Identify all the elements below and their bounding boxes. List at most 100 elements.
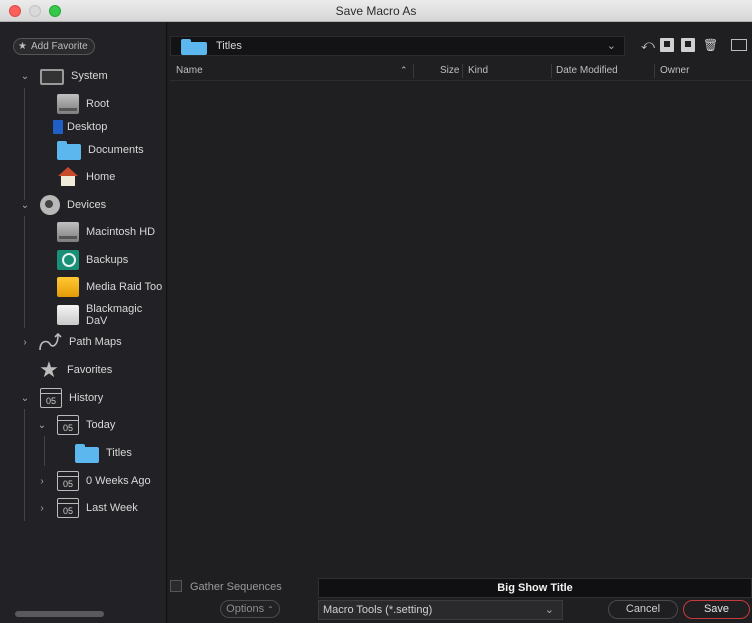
chevron-right-icon[interactable]: › bbox=[37, 503, 47, 514]
devices-icon bbox=[40, 195, 60, 215]
external-drive-icon bbox=[57, 277, 79, 297]
tree-item-desktop[interactable]: Desktop bbox=[48, 115, 107, 139]
chevron-down-icon[interactable]: ⌄ bbox=[20, 393, 30, 404]
tree-item-today[interactable]: ⌄ 05 Today bbox=[37, 413, 115, 437]
gather-sequences-label: Gather Sequences bbox=[190, 581, 282, 593]
tree-item-label: 0 Weeks Ago bbox=[86, 475, 151, 487]
tree-item-weeks-ago[interactable]: › 05 0 Weeks Ago bbox=[37, 469, 151, 493]
tree-item-label: Root bbox=[86, 98, 110, 110]
trash-icon[interactable]: 🗑 bbox=[703, 38, 718, 52]
column-divider bbox=[654, 64, 655, 78]
chevron-down-icon: ⌄ bbox=[606, 40, 616, 52]
chevron-right-icon[interactable]: › bbox=[20, 337, 30, 348]
tree-item-label: Media Raid Too bbox=[86, 281, 163, 293]
file-type-select[interactable]: Macro Tools (*.setting) ⌄ bbox=[318, 600, 563, 620]
tree-item-documents[interactable]: Documents bbox=[57, 138, 144, 162]
tree-item-path-maps[interactable]: › Path Maps bbox=[20, 330, 122, 354]
column-kind[interactable]: Kind bbox=[468, 65, 488, 76]
file-browser: Titles ⌄ ⤺ 🗑 Name ⌃ Size Kind Date Modif… bbox=[168, 22, 752, 623]
tree-item-last-week[interactable]: › 05 Last Week bbox=[37, 496, 138, 520]
current-folder-label: Titles bbox=[216, 40, 242, 52]
add-favorite-label: Add Favorite bbox=[30, 41, 88, 52]
cancel-button[interactable]: Cancel bbox=[608, 600, 678, 619]
folder-icon bbox=[75, 444, 99, 463]
tree-item-label: Last Week bbox=[86, 502, 138, 514]
tree-item-label: Today bbox=[86, 419, 116, 431]
tree-guide-line bbox=[24, 216, 25, 328]
calendar-icon: 05 bbox=[57, 415, 79, 435]
monitor-icon bbox=[40, 69, 64, 85]
tree-item-label: Desktop bbox=[67, 121, 108, 133]
window-titlebar: Save Macro As bbox=[0, 0, 752, 22]
tree-item-home[interactable]: Home bbox=[57, 165, 115, 189]
chevron-down-icon[interactable]: ⌄ bbox=[20, 200, 30, 211]
save-button[interactable]: Save bbox=[683, 600, 750, 619]
tree-item-label: History bbox=[69, 392, 104, 404]
chevron-down-icon[interactable]: ⌄ bbox=[37, 420, 47, 431]
tree-item-label: Path Maps bbox=[69, 336, 122, 348]
star-icon: ★ bbox=[39, 357, 59, 382]
calendar-icon: 05 bbox=[57, 498, 79, 518]
add-favorite-button[interactable]: ★ Add Favorite bbox=[13, 38, 95, 55]
tree-item-label: Titles bbox=[106, 447, 132, 459]
options-button[interactable]: Options ⌃ bbox=[220, 600, 280, 618]
column-name[interactable]: Name bbox=[176, 65, 203, 76]
tree-item-label: Home bbox=[86, 171, 116, 183]
column-divider bbox=[551, 64, 552, 78]
time-machine-icon bbox=[57, 250, 79, 270]
column-divider bbox=[413, 64, 414, 78]
home-icon bbox=[57, 167, 79, 187]
tree-item-history[interactable]: ⌄ 05 History bbox=[20, 386, 103, 410]
tree-item-backups[interactable]: Backups bbox=[57, 248, 128, 272]
tree-item-label: Devices bbox=[67, 199, 107, 211]
tree-item-blackmagic[interactable]: Blackmagic DaV bbox=[57, 303, 166, 327]
hard-drive-icon bbox=[57, 94, 79, 114]
chevron-right-icon[interactable]: › bbox=[37, 476, 47, 487]
external-drive-icon bbox=[57, 305, 79, 325]
tree-item-label: Blackmagic DaV bbox=[86, 303, 143, 327]
back-icon[interactable]: ⤺ bbox=[641, 38, 655, 52]
column-date-modified[interactable]: Date Modified bbox=[556, 65, 618, 76]
calendar-icon: 05 bbox=[57, 471, 79, 491]
tree-item-system[interactable]: ⌄ System bbox=[20, 64, 108, 88]
column-owner[interactable]: Owner bbox=[660, 65, 689, 76]
view-toggle-icon[interactable] bbox=[731, 39, 747, 51]
sort-ascending-icon[interactable]: ⌃ bbox=[400, 65, 408, 76]
tree-guide-line bbox=[24, 88, 25, 200]
path-maps-icon bbox=[38, 332, 62, 352]
column-divider bbox=[462, 64, 463, 78]
tree-item-macintosh-hd[interactable]: Macintosh HD bbox=[57, 220, 155, 244]
folder-icon bbox=[181, 38, 207, 55]
column-header: Name ⌃ Size Kind Date Modified Owner bbox=[170, 62, 752, 81]
desktop-icon bbox=[53, 120, 63, 134]
chevron-down-icon[interactable]: ⌄ bbox=[20, 71, 30, 82]
tree-item-label: Favorites bbox=[67, 364, 113, 376]
file-type-value: Macro Tools (*.setting) bbox=[323, 604, 433, 616]
chevron-up-icon: ⌃ bbox=[267, 605, 274, 614]
tree-item-media-raid[interactable]: Media Raid Too bbox=[57, 275, 162, 299]
tree-item-label: Documents bbox=[88, 144, 144, 156]
sidebar: ★ Add Favorite ⌄ System Root Desktop Doc… bbox=[0, 22, 167, 623]
filename-input[interactable]: Big Show Title bbox=[318, 578, 752, 598]
options-label: Options bbox=[226, 603, 265, 615]
tree-item-titles[interactable]: Titles bbox=[75, 441, 132, 465]
tree-item-label: Macintosh HD bbox=[86, 226, 156, 238]
gather-sequences-checkbox[interactable] bbox=[170, 580, 182, 592]
path-dropdown[interactable]: Titles ⌄ bbox=[170, 36, 625, 56]
hard-drive-icon bbox=[57, 222, 79, 242]
column-size[interactable]: Size bbox=[440, 65, 459, 76]
tree-item-label: Backups bbox=[86, 254, 129, 266]
tree-guide-line bbox=[44, 436, 45, 466]
tree-item-favorites[interactable]: ★ Favorites bbox=[38, 358, 112, 382]
tree-item-devices[interactable]: ⌄ Devices bbox=[20, 193, 106, 217]
tree-guide-line bbox=[24, 409, 25, 521]
calendar-icon: 05 bbox=[40, 388, 62, 408]
sidebar-scrollbar[interactable] bbox=[15, 611, 104, 617]
new-folder-icon[interactable] bbox=[681, 38, 695, 52]
folder-icon bbox=[57, 141, 81, 160]
chevron-down-icon: ⌄ bbox=[544, 604, 554, 616]
tree-item-root[interactable]: Root bbox=[57, 92, 109, 116]
upload-folder-icon[interactable] bbox=[660, 38, 674, 52]
star-icon: ★ bbox=[18, 41, 27, 52]
tree-item-label: System bbox=[71, 70, 108, 82]
